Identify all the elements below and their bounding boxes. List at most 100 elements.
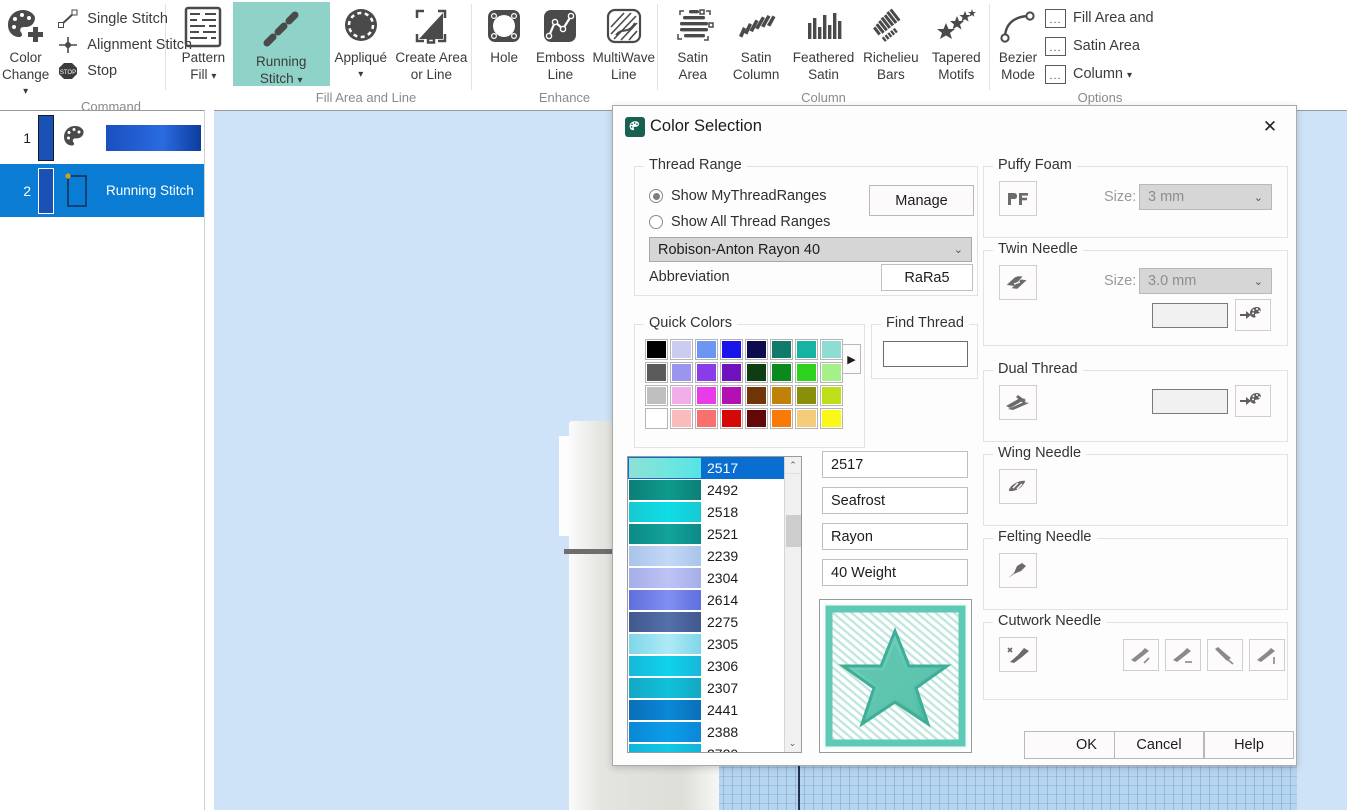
quick-color-swatch[interactable] [770,408,793,429]
twin-needle-color-field[interactable] [1152,303,1228,328]
richelieu-bars-button[interactable]: Richelieu Bars [858,2,923,82]
close-icon[interactable]: ✕ [1250,112,1290,142]
quick-color-swatch[interactable] [820,339,843,360]
wing-needle-icon[interactable] [999,469,1037,504]
color-change-button[interactable]: Color Change ▾ [0,2,51,99]
emboss-line-button[interactable]: Emboss Line [530,2,590,82]
thread-list[interactable]: 2517 2492 2518 2521 2239 2304 2614 2275 … [627,456,802,753]
manage-button[interactable]: Manage [869,185,974,216]
thread-list-item[interactable]: 2441 [628,699,801,721]
quick-color-swatch[interactable] [670,339,693,360]
cutwork-angle-4-icon[interactable] [1249,639,1285,671]
thread-list-item[interactable]: 2720 [628,743,801,752]
cutwork-angle-3-icon[interactable] [1207,639,1243,671]
scroll-down-icon[interactable]: ⌄ [785,735,800,752]
quick-color-swatch[interactable] [695,339,718,360]
fill-area-and-option[interactable]: ... Fill Area and [1042,4,1157,32]
quick-color-swatch[interactable] [820,362,843,383]
quick-color-swatch[interactable] [645,385,668,406]
thread-list-item[interactable]: 2517 [628,457,801,479]
satin-area-button[interactable]: Satin Area [662,2,723,82]
quick-color-swatch[interactable] [695,362,718,383]
tapered-motifs-button[interactable]: Tapered Motifs [924,2,989,82]
quick-color-swatch[interactable] [720,339,743,360]
thread-range-combo[interactable]: Robison-Anton Rayon 40 ⌄ [649,237,972,262]
quick-color-swatch[interactable] [745,408,768,429]
cutwork-angle-1-icon[interactable] [1123,639,1159,671]
quick-color-swatch[interactable] [745,362,768,383]
quick-color-swatch[interactable] [645,339,668,360]
show-all-thread-ranges-radio[interactable]: Show All Thread Ranges [649,211,830,233]
quick-color-swatch[interactable] [670,362,693,383]
quick-color-swatch[interactable] [745,339,768,360]
thread-list-item[interactable]: 2614 [628,589,801,611]
dual-thread-icon[interactable] [999,385,1037,420]
quick-color-swatch[interactable] [820,385,843,406]
quick-color-swatch[interactable] [795,362,818,383]
column-option[interactable]: ... Column ▾ [1042,60,1157,88]
cancel-button[interactable]: Cancel [1114,731,1204,759]
multiwave-line-button[interactable]: MultiWave Line [590,2,657,82]
quick-color-swatch[interactable] [720,362,743,383]
thread-list-item[interactable]: 2275 [628,611,801,633]
worksheet-row-1[interactable]: 1 [0,111,204,164]
pattern-fill-button[interactable]: Pattern Fill ▾ [174,2,233,84]
quick-color-swatch[interactable] [770,339,793,360]
quick-colors-title: Quick Colors [644,315,737,331]
worksheet-row-2[interactable]: 2 Running Stitch [0,164,204,217]
quick-color-swatch[interactable] [645,362,668,383]
satin-area-icon [671,6,715,48]
worksheet-row-1-color-swatch[interactable] [106,124,201,151]
quick-color-swatch[interactable] [645,408,668,429]
thread-list-item[interactable]: 2518 [628,501,801,523]
quick-color-swatch[interactable] [820,408,843,429]
running-stitch-button[interactable]: Running Stitch ▾ [232,2,330,86]
thread-list-item[interactable]: 2388 [628,721,801,743]
feathered-satin-button[interactable]: Feathered Satin [789,2,858,82]
quick-color-swatch[interactable] [670,385,693,406]
thread-list-item[interactable]: 2239 [628,545,801,567]
quick-color-swatch[interactable] [720,408,743,429]
satin-area-option[interactable]: ... Satin Area [1042,32,1157,60]
help-button[interactable]: Help [1204,731,1294,759]
twin-needle-size-combo[interactable]: 3.0 mm ⌄ [1139,268,1272,294]
thread-list-item[interactable]: 2305 [628,633,801,655]
quick-color-swatch[interactable] [720,385,743,406]
puffy-foam-size-combo[interactable]: 3 mm ⌄ [1139,184,1272,210]
cutwork-needle-icon[interactable] [999,637,1037,672]
abbreviation-field[interactable]: RaRa5 [881,264,973,291]
quick-color-swatch[interactable] [770,362,793,383]
quick-color-swatch[interactable] [795,385,818,406]
satin-column-button[interactable]: Satin Column [723,2,788,82]
quick-colors-more-button[interactable]: ▶ [842,344,861,374]
puffy-foam-icon[interactable] [999,181,1037,216]
thread-list-item[interactable]: 2307 [628,677,801,699]
cutwork-angle-2-icon[interactable] [1165,639,1201,671]
quick-color-swatch[interactable] [695,385,718,406]
quick-color-swatch[interactable] [795,408,818,429]
hole-button[interactable]: Hole [478,2,530,65]
quick-color-swatch[interactable] [795,339,818,360]
thread-list-item[interactable]: 2304 [628,567,801,589]
show-my-thread-ranges-radio[interactable]: Show MyThreadRanges [649,185,827,207]
applique-button[interactable]: Appliqué ▾ [330,2,392,82]
thread-list-item[interactable]: 2306 [628,655,801,677]
thread-list-item[interactable]: 2492 [628,479,801,501]
quick-color-swatch[interactable] [670,408,693,429]
dual-thread-color-field[interactable] [1152,389,1228,414]
bezier-mode-button[interactable]: Bezier Mode [994,2,1042,82]
thread-list-scrollbar[interactable]: ⌃ ⌄ [784,457,801,752]
scrollbar-thumb[interactable] [786,515,801,547]
felting-needle-title: Felting Needle [993,529,1097,545]
quick-color-swatch[interactable] [770,385,793,406]
felting-needle-icon[interactable] [999,553,1037,588]
arrow-palette-icon[interactable] [1235,385,1271,417]
arrow-palette-icon[interactable] [1235,299,1271,331]
twin-needle-icon[interactable] [999,265,1037,300]
scroll-up-icon[interactable]: ⌃ [785,457,801,474]
thread-list-item[interactable]: 2521 [628,523,801,545]
find-thread-input[interactable] [883,341,968,367]
quick-color-swatch[interactable] [695,408,718,429]
create-area-or-line-button[interactable]: Create Area or Line [392,2,471,82]
quick-color-swatch[interactable] [745,385,768,406]
